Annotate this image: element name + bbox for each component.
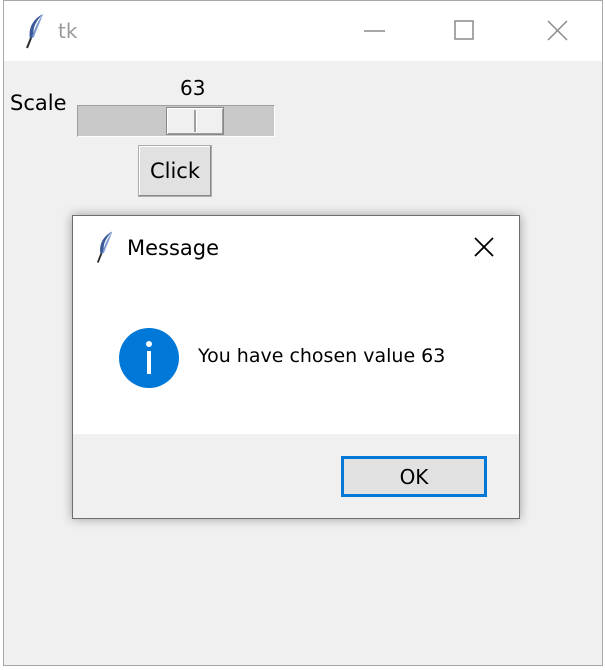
slider-grip — [194, 110, 197, 132]
dialog-close-icon[interactable] — [469, 232, 499, 262]
feather-icon — [24, 13, 48, 53]
scale-slider-handle[interactable] — [166, 107, 224, 135]
ok-button[interactable]: OK — [341, 456, 487, 497]
scale-trough[interactable] — [77, 105, 275, 137]
info-icon — [118, 327, 180, 389]
maximize-icon[interactable] — [444, 11, 484, 51]
click-button[interactable]: Click — [138, 145, 212, 197]
message-dialog: Message You have chosen value 63 OK — [72, 215, 520, 519]
close-icon[interactable] — [537, 11, 577, 51]
minimize-icon[interactable] — [354, 11, 394, 51]
titlebar[interactable]: tk — [4, 1, 602, 61]
scale-label: Scale — [10, 91, 67, 115]
dialog-content-area: Message You have chosen value 63 — [73, 216, 519, 434]
dialog-message: You have chosen value 63 — [198, 345, 446, 367]
scale-value: 63 — [180, 76, 206, 100]
window-title: tk — [58, 19, 78, 43]
dialog-title: Message — [127, 236, 220, 260]
dialog-feather-icon — [95, 230, 117, 268]
